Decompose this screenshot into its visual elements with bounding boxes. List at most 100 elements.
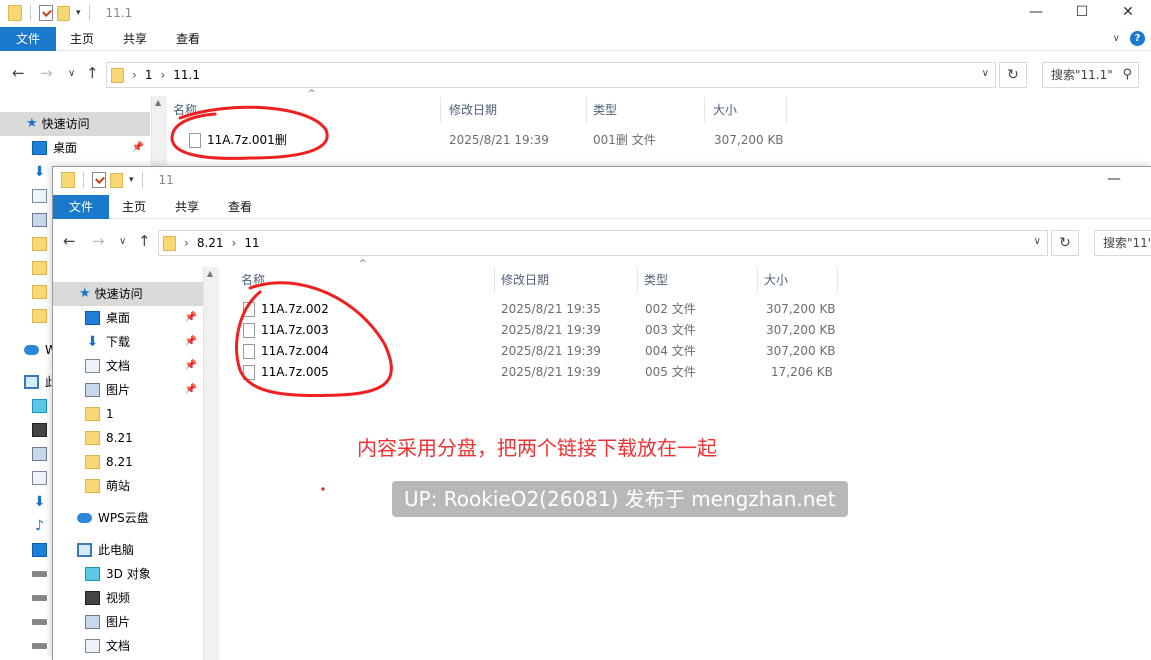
- forward-arrow-icon[interactable]: →: [40, 64, 53, 82]
- properties-icon[interactable]: [92, 172, 106, 188]
- forward-arrow-icon[interactable]: →: [92, 232, 105, 250]
- nav-desktop[interactable]: 桌面 📌: [53, 306, 203, 330]
- nav-pictures[interactable]: 图片 📌: [53, 378, 203, 402]
- nav-quick-access[interactable]: ★ 快速访问: [0, 112, 150, 136]
- maximize-button[interactable]: ☐: [1137, 167, 1151, 193]
- column-date[interactable]: 修改日期: [495, 267, 638, 293]
- breadcrumb-item[interactable]: 11.1: [173, 68, 200, 82]
- new-folder-icon[interactable]: [110, 172, 123, 188]
- file-size: 307,200 KB: [766, 302, 836, 316]
- star-icon: ★: [79, 286, 91, 301]
- tab-home[interactable]: 主页: [70, 27, 94, 51]
- file-name: 11A.7z.004: [261, 344, 329, 358]
- column-name[interactable]: 名称: [235, 267, 495, 293]
- drive-icon: [32, 619, 47, 625]
- help-icon[interactable]: ?: [1130, 31, 1145, 46]
- desktop-icon: [32, 543, 47, 557]
- file-name: 11A.7z.005: [261, 365, 329, 379]
- breadcrumb-item[interactable]: 11: [244, 236, 259, 250]
- chevron-down-icon[interactable]: ∨: [1034, 236, 1041, 247]
- tab-file[interactable]: 文件: [53, 195, 109, 219]
- file-icon: [243, 302, 255, 317]
- folder-icon: [111, 67, 124, 83]
- chevron-right-icon: ›: [132, 68, 137, 82]
- drive-icon: [32, 643, 47, 649]
- folder-icon: [32, 285, 47, 299]
- maximize-button[interactable]: ☐: [1059, 0, 1105, 26]
- refresh-button[interactable]: ↻: [999, 62, 1027, 88]
- chevron-down-icon[interactable]: ∨: [982, 68, 989, 79]
- nav-documents[interactable]: 文档 📌: [53, 354, 203, 378]
- breadcrumb-item[interactable]: 1: [145, 68, 153, 82]
- nav-folder-8-21[interactable]: 8.21: [53, 450, 203, 474]
- file-name: 11A.7z.002: [261, 302, 329, 316]
- nav-this-pc[interactable]: 此电脑: [53, 538, 203, 562]
- nav-pictures[interactable]: 图片: [53, 610, 203, 634]
- minimize-button[interactable]: —: [1091, 167, 1137, 193]
- up-arrow-icon[interactable]: ↑: [138, 232, 151, 250]
- back-arrow-icon[interactable]: ←: [12, 64, 25, 82]
- up-arrow-icon[interactable]: ↑: [86, 64, 99, 82]
- nav-wps-cloud[interactable]: WPS云盘: [53, 506, 203, 530]
- address-bar[interactable]: › 1 › 11.1 ∨: [106, 62, 996, 88]
- file-row[interactable]: 11A.7z.005 2025/8/21 19:39 005 文件 17,206…: [235, 362, 935, 383]
- column-size[interactable]: 大小: [758, 267, 838, 293]
- pin-icon: 📌: [184, 360, 197, 371]
- scroll-up-icon[interactable]: ▲: [207, 269, 213, 278]
- minimize-button[interactable]: —: [1013, 0, 1059, 26]
- tab-share[interactable]: 共享: [175, 195, 199, 219]
- column-date[interactable]: 修改日期: [443, 97, 587, 123]
- file-row[interactable]: 11A.7z.001删 2025/8/21 19:39 001删 文件 307,…: [167, 130, 867, 151]
- nav-folder-8-21[interactable]: 8.21: [53, 426, 203, 450]
- computer-icon: [24, 375, 39, 389]
- back-arrow-icon[interactable]: ←: [63, 232, 76, 250]
- folder-icon: [85, 431, 100, 445]
- folder-icon: [8, 5, 22, 21]
- tab-share[interactable]: 共享: [123, 27, 147, 51]
- breadcrumb-item[interactable]: 8.21: [197, 236, 224, 250]
- nav-downloads[interactable]: ⬇ 下载 📌: [53, 330, 203, 354]
- tab-view[interactable]: 查看: [176, 27, 200, 51]
- column-name[interactable]: 名称: [167, 97, 441, 123]
- column-type[interactable]: 类型: [638, 267, 758, 293]
- file-row[interactable]: 11A.7z.002 2025/8/21 19:35 002 文件 307,20…: [235, 299, 935, 320]
- quick-access-toolbar: ▾ 11: [61, 172, 174, 188]
- refresh-button[interactable]: ↻: [1051, 230, 1079, 256]
- nav-3d-objects[interactable]: 3D 对象: [53, 562, 203, 586]
- pin-icon: 📌: [184, 336, 197, 347]
- tab-file[interactable]: 文件: [0, 27, 56, 51]
- collapse-ribbon-icon[interactable]: ∨: [1113, 33, 1120, 44]
- star-icon: ★: [26, 116, 38, 131]
- search-input[interactable]: 搜索"11": [1094, 230, 1151, 256]
- nav-documents[interactable]: 文档: [53, 634, 203, 658]
- tab-view[interactable]: 查看: [228, 195, 252, 219]
- file-icon: [243, 344, 255, 359]
- close-button[interactable]: ✕: [1105, 0, 1151, 26]
- file-row[interactable]: 11A.7z.004 2025/8/21 19:39 004 文件 307,20…: [235, 341, 935, 362]
- recent-locations-icon[interactable]: ∨: [119, 236, 126, 247]
- column-size[interactable]: 大小: [707, 97, 787, 123]
- nav-folder-mengzhan[interactable]: 萌站: [53, 474, 203, 498]
- chevron-right-icon: ›: [160, 68, 166, 82]
- file-type: 005 文件: [645, 365, 696, 379]
- nav-desktop[interactable]: 桌面 📌: [0, 136, 150, 160]
- file-row[interactable]: 11A.7z.003 2025/8/21 19:39 003 文件 307,20…: [235, 320, 935, 341]
- address-bar[interactable]: › 8.21 › 11 ∨: [158, 230, 1048, 256]
- recent-locations-icon[interactable]: ∨: [68, 68, 75, 79]
- tab-home[interactable]: 主页: [122, 195, 146, 219]
- nav-scrollbar[interactable]: ▲: [203, 267, 219, 660]
- cube-icon: [85, 567, 100, 581]
- search-input[interactable]: 搜索"11.1" ⚲: [1042, 62, 1139, 88]
- picture-icon: [32, 447, 47, 461]
- scroll-up-icon[interactable]: ▲: [155, 98, 161, 107]
- nav-quick-access[interactable]: ★ 快速访问: [53, 282, 203, 306]
- cloud-icon: [24, 345, 39, 355]
- properties-icon[interactable]: [39, 5, 53, 21]
- nav-videos[interactable]: 视频: [53, 586, 203, 610]
- new-folder-icon[interactable]: [57, 5, 70, 21]
- column-type[interactable]: 类型: [587, 97, 705, 123]
- nav-folder-1[interactable]: 1: [53, 402, 203, 426]
- customize-toolbar-icon[interactable]: ▾: [129, 175, 134, 185]
- customize-toolbar-icon[interactable]: ▾: [76, 8, 81, 18]
- pin-icon: 📌: [131, 142, 144, 153]
